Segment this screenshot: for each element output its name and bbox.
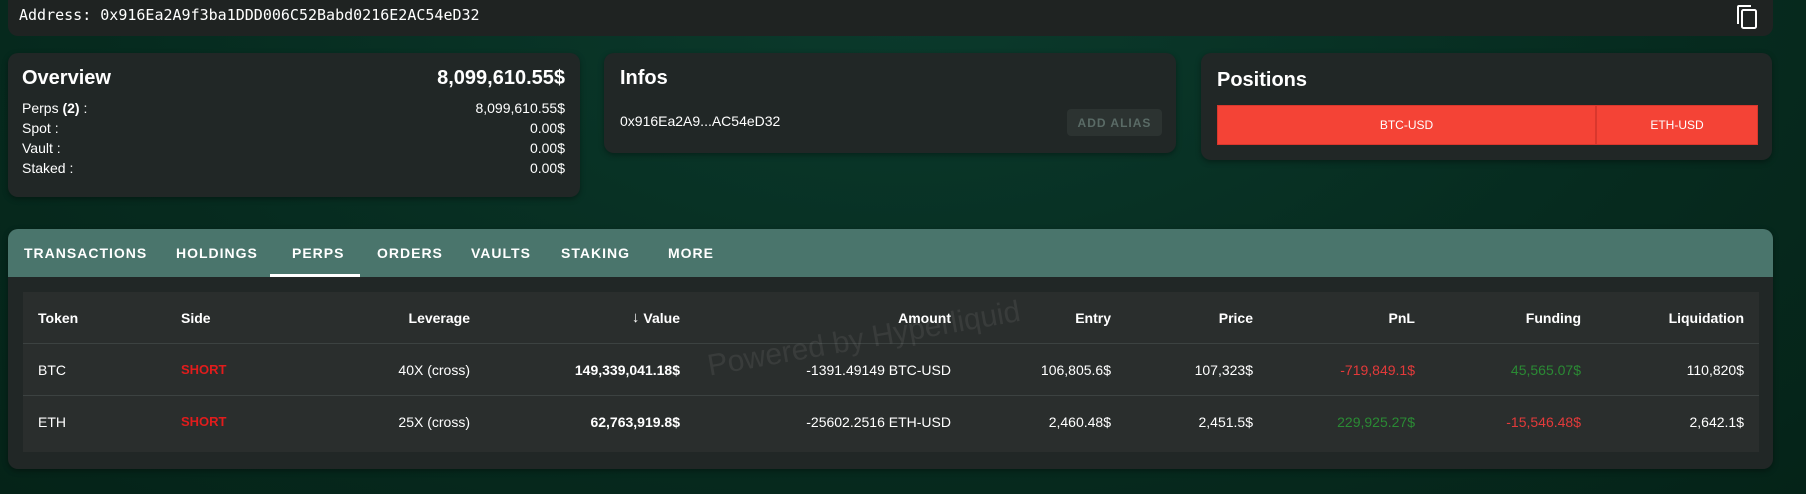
cell-token: BTC [38, 361, 66, 378]
cell-amount: -1391.49149 BTC-USD [806, 361, 951, 378]
perps-panel: TRANSACTIONS HOLDINGS PERPS ORDERS VAULT… [8, 229, 1773, 469]
cell-funding: 45,565.07$ [1510, 361, 1581, 378]
overview-card: Overview 8,099,610.55$ Perps (2) : 8,099… [8, 53, 580, 197]
vault-label: Vault : [22, 140, 61, 156]
active-tab-indicator [270, 274, 360, 277]
header-funding[interactable]: Funding [1526, 292, 1581, 343]
table-row[interactable]: BTC SHORT 40X (cross) 149,339,041.18$ -1… [23, 344, 1759, 396]
tab-more[interactable]: MORE [668, 229, 714, 277]
overview-total: 8,099,610.55$ [437, 67, 565, 89]
overview-row-spot: Spot : 0.00$ [22, 120, 565, 140]
header-entry[interactable]: Entry [1075, 292, 1111, 343]
perps-count: (2) [62, 100, 80, 116]
infos-title: Infos [620, 67, 668, 89]
overview-title: Overview [22, 67, 111, 89]
infos-card: Infos 0x916Ea2A9...AC54eD32 ADD ALIAS [604, 53, 1176, 153]
staked-value: 0.00$ [529, 160, 565, 176]
spot-label: Spot : [22, 120, 59, 136]
positions-table: Token Side Leverage ↓ Value Amount Entry … [23, 292, 1759, 452]
cell-pnl: -719,849.1$ [1340, 361, 1415, 378]
vault-value: 0.00$ [529, 140, 565, 156]
positions-title: Positions [1217, 69, 1308, 91]
header-token[interactable]: Token [38, 292, 78, 343]
cell-leverage: 25X (cross) [398, 413, 470, 430]
table-header: Token Side Leverage ↓ Value Amount Entry … [23, 292, 1759, 344]
cell-leverage: 40X (cross) [398, 361, 470, 378]
position-segment-btc[interactable]: BTC-USD [1217, 105, 1596, 145]
cell-side: SHORT [181, 414, 227, 429]
cell-pnl: 229,925.27$ [1337, 413, 1415, 430]
tab-transactions[interactable]: TRANSACTIONS [24, 229, 147, 277]
position-segment-eth[interactable]: ETH-USD [1596, 105, 1758, 145]
short-address: 0x916Ea2A9...AC54eD32 [620, 113, 781, 129]
add-alias-button[interactable]: ADD ALIAS [1067, 109, 1162, 136]
arrow-down-icon: ↓ [631, 309, 640, 326]
cell-entry: 2,460.48$ [1048, 413, 1111, 430]
cell-amount: -25602.2516 ETH-USD [806, 413, 951, 430]
copy-icon[interactable] [1735, 4, 1759, 30]
tab-holdings[interactable]: HOLDINGS [176, 229, 258, 277]
tab-vaults[interactable]: VAULTS [471, 229, 531, 277]
header-leverage[interactable]: Leverage [409, 292, 470, 343]
cell-side: SHORT [181, 362, 227, 377]
header-value-wrap[interactable]: ↓ Value [632, 292, 680, 343]
overview-row-perps: Perps (2) : 8,099,610.55$ [22, 100, 565, 120]
header-value: Value [643, 309, 680, 326]
address-text: Address: 0x916Ea2A9f3ba1DDD006C52Babd021… [19, 6, 480, 24]
table-row[interactable]: ETH SHORT 25X (cross) 62,763,919.8$ -256… [23, 396, 1759, 447]
overview-row-staked: Staked : 0.00$ [22, 160, 565, 180]
cell-price: 107,323$ [1194, 361, 1253, 378]
cell-entry: 106,805.6$ [1040, 361, 1111, 378]
header-liquidation[interactable]: Liquidation [1669, 292, 1744, 343]
cell-liquidation: 2,642.1$ [1689, 413, 1745, 430]
tab-staking[interactable]: STAKING [561, 229, 630, 277]
header-pnl[interactable]: PnL [1389, 292, 1415, 343]
perps-colon: : [79, 100, 88, 116]
cell-funding: -15,546.48$ [1506, 413, 1581, 430]
header-price[interactable]: Price [1219, 292, 1253, 343]
spot-value: 0.00$ [529, 120, 565, 136]
cell-token: ETH [38, 413, 66, 430]
tab-bar: TRANSACTIONS HOLDINGS PERPS ORDERS VAULT… [8, 229, 1773, 277]
perps-value: 8,099,610.55$ [475, 100, 565, 116]
cell-value: 149,339,041.18$ [574, 361, 680, 378]
cell-value: 62,763,919.8$ [590, 413, 680, 430]
staked-label: Staked : [22, 160, 74, 176]
cell-price: 2,451.5$ [1198, 413, 1254, 430]
header-amount[interactable]: Amount [898, 292, 951, 343]
tab-orders[interactable]: ORDERS [377, 229, 443, 277]
positions-card: Positions BTC-USD ETH-USD [1201, 53, 1772, 160]
perps-label: Perps [22, 100, 63, 116]
cell-liquidation: 110,820$ [1686, 361, 1744, 378]
header-side[interactable]: Side [181, 292, 211, 343]
tab-perps[interactable]: PERPS [292, 229, 344, 277]
address-bar: Address: 0x916Ea2A9f3ba1DDD006C52Babd021… [8, 0, 1773, 36]
overview-row-vault: Vault : 0.00$ [22, 140, 565, 160]
